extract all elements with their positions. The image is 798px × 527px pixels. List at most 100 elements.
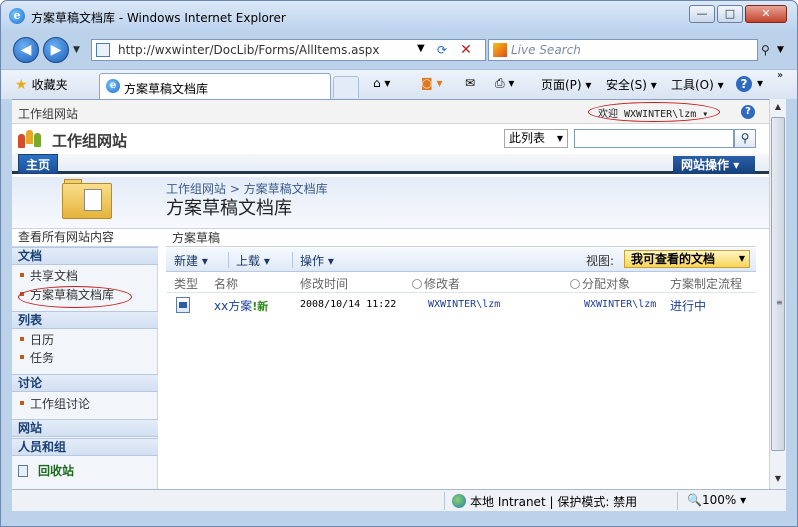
refresh-icon[interactable]: ⟳ — [432, 41, 452, 59]
security-zone[interactable]: 本地 Intranet | 保护模式: 禁用 — [452, 493, 637, 510]
address-dropdown-icon[interactable]: ▼ — [417, 43, 425, 54]
column-type[interactable]: 类型 — [174, 275, 198, 292]
feeds-icon[interactable]: ◙ ▾ — [421, 76, 442, 90]
scroll-thumb[interactable]: ≡ — [771, 117, 785, 451]
intranet-globe-icon — [452, 494, 466, 508]
column-assigned-to[interactable]: 分配对象 — [570, 275, 630, 292]
sp-search-input[interactable] — [574, 129, 734, 148]
welcome-highlight-oval — [588, 102, 720, 122]
folder-icon — [62, 177, 114, 219]
view-label: 视图: — [586, 254, 615, 268]
recycle-bin-link[interactable]: 回收站 — [12, 459, 158, 483]
workflow-status-link[interactable]: 进行中 — [670, 297, 706, 314]
forward-button[interactable]: ▶ — [43, 37, 69, 63]
upload-label: 上载 — [236, 254, 261, 268]
site-title[interactable]: 工作组网站 — [52, 130, 127, 151]
new-badge: !新 — [252, 300, 269, 313]
address-url[interactable]: http://wxwinter/DocLib/Forms/AllItems.as… — [118, 43, 379, 57]
nav-item-tasks[interactable]: 任务 — [12, 349, 158, 367]
new-tab-button[interactable] — [333, 76, 359, 98]
assigned-to-user[interactable]: WXWINTER\lzm — [584, 299, 656, 310]
recent-pages-dropdown-icon[interactable]: ▼ — [73, 45, 80, 55]
scroll-down-icon[interactable]: ▼ — [770, 471, 786, 487]
tab-label: 方案草稿文档库 — [124, 82, 209, 96]
browser-tab[interactable]: e 方案草稿文档库 — [99, 73, 331, 99]
vertical-scrollbar[interactable]: ▲ ≡ ▼ — [769, 99, 786, 489]
quick-launch-sites-heading[interactable]: 网站 — [12, 419, 158, 437]
favorites-button[interactable]: ★ 收藏夹 — [15, 76, 68, 93]
zoom-control[interactable]: 🔍100% ▾ — [687, 493, 746, 507]
live-search-logo-icon — [493, 43, 507, 57]
nav-item-team-discussion[interactable]: 工作组讨论 — [12, 395, 158, 413]
nav-item-shared-docs[interactable]: 共享文档 — [12, 267, 158, 285]
view-selector[interactable]: 我可查看的文档 ▼ — [624, 250, 750, 268]
home-icon[interactable]: ⌂ ▾ — [373, 76, 390, 90]
site-actions-label: 网站操作 — [681, 158, 730, 172]
scroll-up-icon[interactable]: ▲ — [770, 99, 786, 115]
live-search-box[interactable]: Live Search — [488, 39, 758, 61]
overflow-chevron-icon[interactable]: » — [777, 70, 783, 81]
search-scope-select[interactable]: 此列表 ▼ — [504, 129, 568, 148]
column-modified-by-label: 修改者 — [424, 277, 461, 291]
list-web-part-title[interactable]: 方案草稿 — [166, 229, 756, 247]
page-title: 方案草稿文档库 — [166, 198, 292, 219]
page-title-area: 工作组网站 > 方案草稿文档库 方案草稿文档库 — [12, 177, 769, 229]
draft-library-highlight-oval — [18, 286, 132, 308]
ie-logo-icon: e — [9, 8, 25, 24]
page-icon — [96, 43, 110, 57]
view-selected-value: 我可查看的文档 — [631, 252, 716, 266]
top-navigation: 主页 网站操作 ▾ — [12, 154, 769, 174]
quick-launch-docs-heading[interactable]: 文档 — [12, 247, 158, 265]
tools-menu-label: 工具(O) — [671, 78, 714, 92]
column-modified-by[interactable]: 修改者 — [412, 275, 460, 292]
quick-launch-lists-heading[interactable]: 列表 — [12, 311, 158, 329]
nav-item-label: 工作组讨论 — [30, 397, 91, 411]
actions-menu-button[interactable]: 操作 ▾ — [300, 252, 334, 269]
page-menu[interactable]: 页面(P) ▾ — [541, 76, 591, 93]
presence-icon — [570, 279, 580, 289]
mail-icon[interactable]: ✉ — [465, 76, 475, 90]
help-dropdown-icon[interactable]: ▾ — [757, 76, 763, 90]
help-icon[interactable]: ? — [736, 76, 752, 92]
word-document-icon[interactable] — [176, 297, 190, 313]
print-icon[interactable]: ⎙ ▾ — [495, 76, 514, 91]
list-view: 方案草稿 新建 ▾ 上载 ▾ 操作 ▾ 视图: 我可查看的文档 ▼ 类型 名称 修… — [166, 229, 756, 489]
close-button[interactable]: ✕ — [745, 5, 787, 23]
search-options-dropdown-icon[interactable]: ▼ — [777, 45, 784, 55]
chevron-down-icon: ▼ — [556, 134, 563, 143]
tab-home[interactable]: 主页 — [18, 154, 58, 174]
quick-launch-people-heading[interactable]: 人员和组 — [12, 438, 158, 456]
upload-menu-button[interactable]: 上载 ▾ — [236, 252, 270, 269]
column-modified[interactable]: 修改时间 — [300, 275, 348, 292]
column-name[interactable]: 名称 — [214, 275, 238, 292]
search-magnifier-icon[interactable]: ⚲ — [761, 43, 770, 57]
quick-launch-discussions-heading[interactable]: 讨论 — [12, 374, 158, 392]
safety-menu[interactable]: 安全(S) ▾ — [606, 76, 657, 93]
search-placeholder[interactable]: Live Search — [511, 43, 581, 57]
view-all-site-content-link[interactable]: 查看所有网站内容 — [12, 229, 158, 247]
address-bar[interactable]: http://wxwinter/DocLib/Forms/AllItems.as… — [91, 39, 486, 61]
page-viewport: 工作组网站 欢迎 WXWINTER\lzm ▾ ? 工作组网站 此列表 ▼ ⚲ 主… — [12, 99, 769, 489]
security-zone-label: 本地 Intranet | 保护模式: 禁用 — [470, 495, 638, 509]
maximize-button[interactable]: □ — [717, 5, 743, 23]
tools-menu[interactable]: 工具(O) ▾ — [671, 76, 724, 93]
favorites-label: 收藏夹 — [31, 78, 68, 92]
site-name-link[interactable]: 工作组网站 — [18, 105, 78, 122]
stop-icon[interactable]: ✕ — [456, 41, 476, 59]
sp-help-icon[interactable]: ? — [741, 105, 755, 119]
nav-item-calendar[interactable]: 日历 — [12, 331, 158, 349]
site-actions-menu[interactable]: 网站操作 ▾ — [673, 156, 755, 174]
back-button[interactable]: ◀ — [13, 37, 39, 63]
ie-tab-icon: e — [106, 79, 120, 93]
modified-by-user[interactable]: WXWINTER\lzm — [428, 299, 500, 310]
recycle-bin-label: 回收站 — [38, 464, 75, 478]
new-menu-button[interactable]: 新建 ▾ — [174, 252, 208, 269]
quick-launch: 查看所有网站内容 文档 共享文档 方案草稿文档库 列表 日历 任务 讨论 工作组… — [12, 229, 158, 489]
minimize-button[interactable]: — — [689, 5, 715, 23]
document-name-link[interactable]: xx方案!新 — [214, 297, 268, 314]
column-workflow[interactable]: 方案制定流程 — [670, 275, 742, 292]
sp-search-button[interactable]: ⚲ — [734, 129, 756, 148]
modified-time: 2008/10/14 11:22 — [300, 299, 397, 310]
zoom-level: 100% — [701, 493, 737, 507]
star-icon: ★ — [15, 77, 28, 93]
